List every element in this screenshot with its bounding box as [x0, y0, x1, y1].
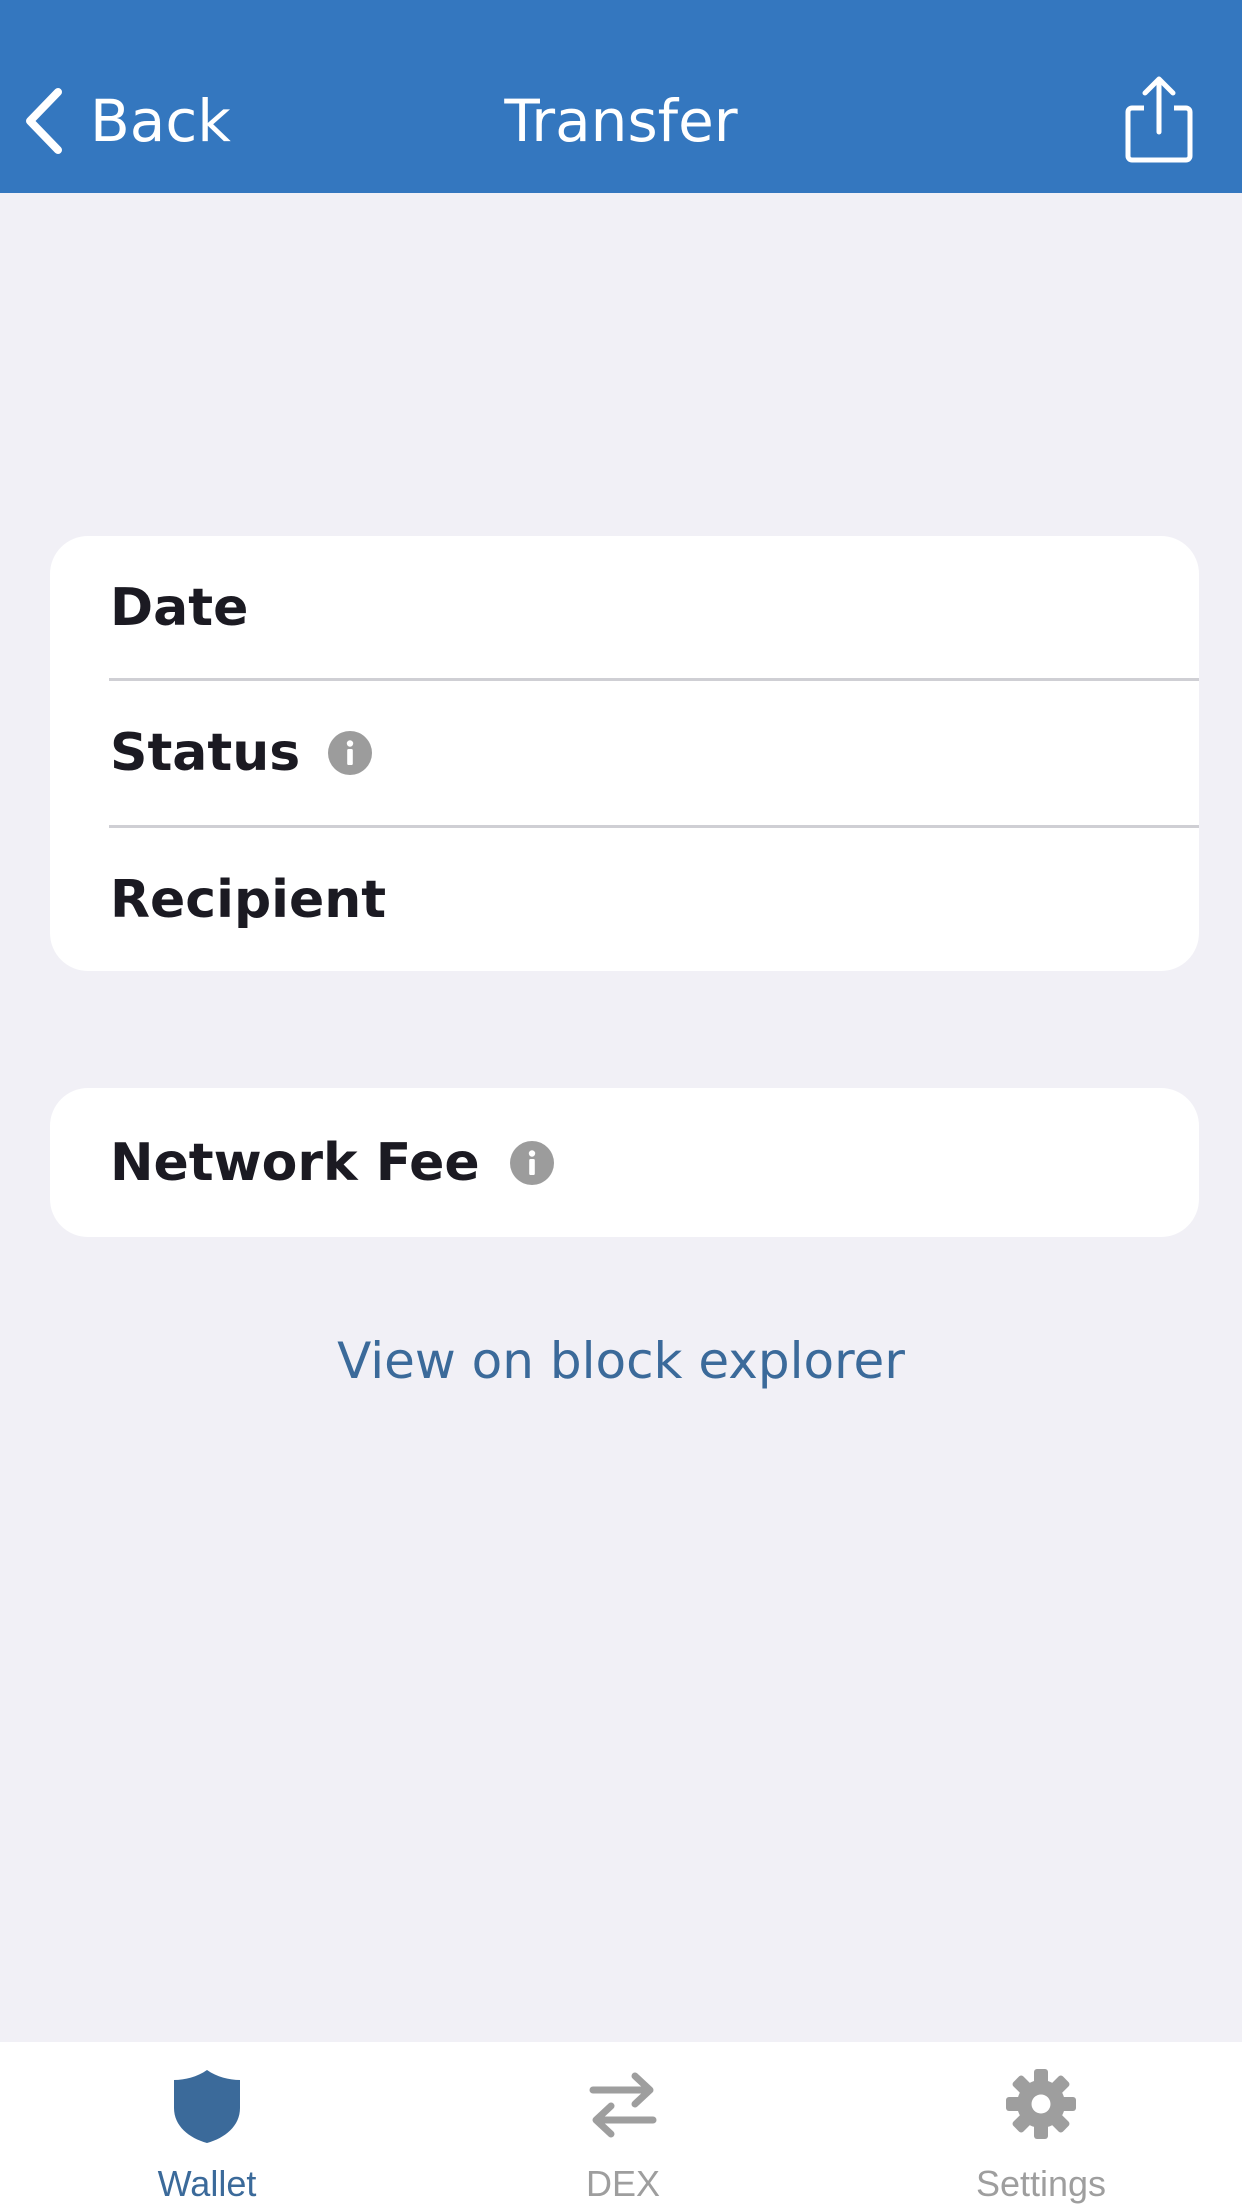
- status-info-icon[interactable]: [328, 731, 373, 775]
- nav-bar: Back Transfer: [0, 0, 1242, 193]
- status-row: Status: [50, 681, 1199, 825]
- tab-settings[interactable]: Settings: [921, 2042, 1161, 2208]
- tab-dex-label: DEX: [585, 2163, 661, 2204]
- details-card: Date Status Recipient: [50, 536, 1199, 971]
- date-row: Date: [50, 536, 1199, 680]
- tab-settings-label: Settings: [975, 2163, 1107, 2204]
- tab-wallet-label: Wallet: [157, 2163, 257, 2204]
- network-fee-row: Network Fee: [50, 1088, 1199, 1237]
- shield-icon: [174, 2070, 240, 2143]
- tab-wallet[interactable]: Wallet: [87, 2042, 327, 2208]
- tab-bar: Wallet DEX Settings: [0, 2042, 1242, 2208]
- date-label: Date: [110, 578, 249, 638]
- recipient-row: Recipient: [50, 828, 1199, 971]
- tab-dex[interactable]: DEX: [503, 2042, 743, 2208]
- recipient-label: Recipient: [110, 869, 387, 930]
- page-title: Transfer: [504, 87, 738, 155]
- view-on-block-explorer-link[interactable]: View on block explorer: [0, 1326, 1242, 1396]
- network-fee-label: Network Fee: [110, 1132, 480, 1193]
- swap-arrows-icon: [589, 2072, 657, 2138]
- gear-icon: [1006, 2069, 1076, 2139]
- network-fee-info-icon[interactable]: [509, 1140, 554, 1185]
- network-fee-card: Network Fee: [50, 1088, 1199, 1237]
- share-icon[interactable]: [1124, 74, 1194, 164]
- status-label: Status: [110, 723, 301, 783]
